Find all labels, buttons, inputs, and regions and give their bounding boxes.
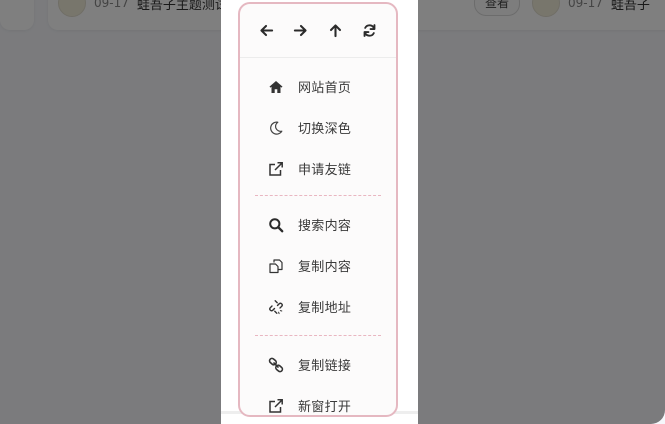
menu-group: 搜索内容 复制内容 复制地址: [240, 196, 396, 335]
menu-item-label: 复制链接: [298, 359, 352, 374]
refresh-button[interactable]: [359, 20, 381, 42]
menu-item-label: 网站首页: [298, 81, 352, 96]
menu-item-open-new-window[interactable]: 新窗打开: [240, 385, 396, 424]
refresh-icon: [364, 24, 376, 37]
menu-item-label: 申请友链: [298, 163, 352, 178]
home-icon: [267, 78, 285, 96]
menu-item-label: 新窗打开: [298, 400, 352, 415]
nav-row: [240, 4, 396, 58]
arrow-up-icon: [329, 24, 341, 38]
context-menu: 网站首页 切换深色 申请友链 搜索内容 复制内容 复制地址 复制链接 新窗打开: [238, 2, 398, 417]
copy-icon: [267, 257, 285, 275]
link-icon: [267, 356, 285, 374]
menu-item-home[interactable]: 网站首页: [240, 66, 396, 107]
arrow-right-icon: [294, 24, 307, 37]
external-link-icon: [267, 160, 285, 178]
menu-item-label: 切换深色: [298, 122, 352, 137]
forward-button[interactable]: [290, 20, 312, 42]
menu-item-search[interactable]: 搜索内容: [240, 204, 396, 245]
menu-item-copy-content[interactable]: 复制内容: [240, 245, 396, 286]
moon-icon: [267, 119, 285, 137]
unlink-icon: [267, 298, 285, 316]
back-button[interactable]: [255, 20, 277, 42]
menu-item-label: 搜索内容: [298, 219, 352, 234]
menu-item-copy-address[interactable]: 复制地址: [240, 286, 396, 327]
menu-item-apply-link[interactable]: 申请友链: [240, 148, 396, 189]
arrow-left-icon: [259, 24, 273, 37]
menu-item-dark-mode[interactable]: 切换深色: [240, 107, 396, 148]
search-icon: [267, 216, 285, 234]
menu-item-label: 复制内容: [298, 260, 352, 275]
menu-item-label: 复制地址: [298, 301, 352, 316]
menu-group: 网站首页 切换深色 申请友链: [240, 58, 396, 195]
up-button[interactable]: [324, 20, 346, 42]
menu-group: 复制链接 新窗打开: [240, 336, 396, 424]
external-link-icon: [267, 397, 285, 415]
menu-item-copy-link[interactable]: 复制链接: [240, 344, 396, 385]
